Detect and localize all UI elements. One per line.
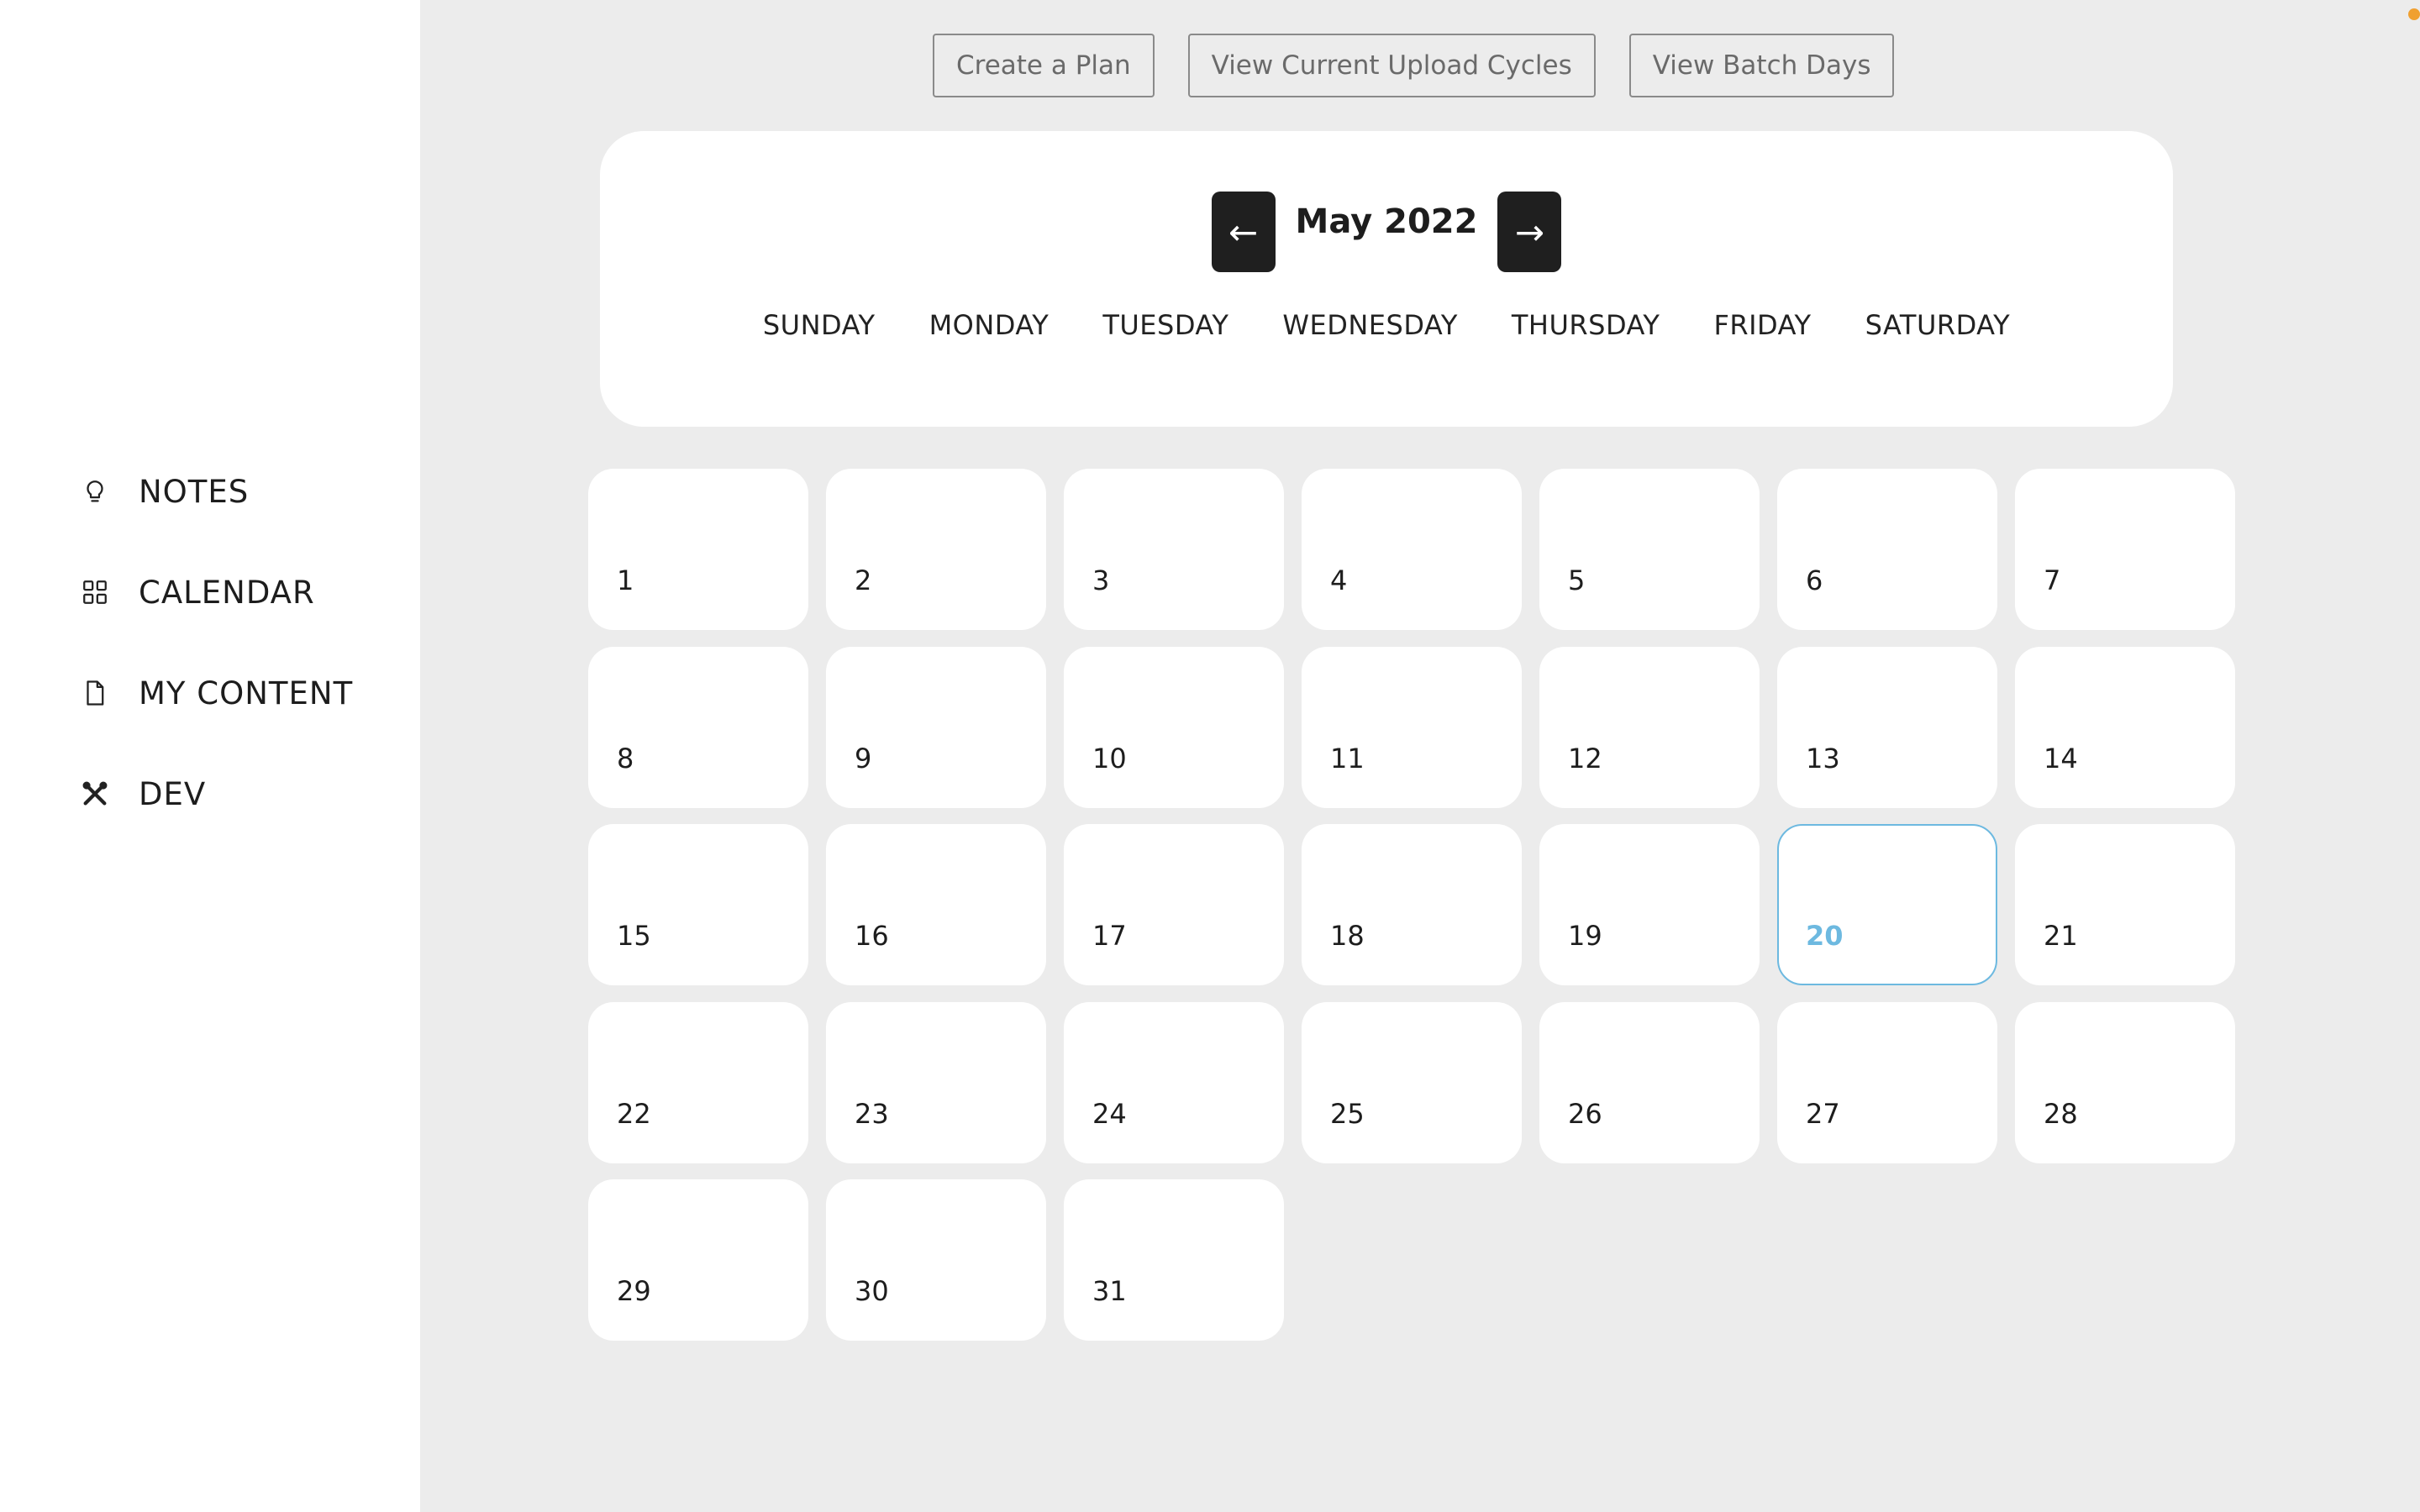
day-number: 31 — [1092, 1275, 1127, 1307]
day-number: 13 — [1806, 742, 1840, 774]
arrow-left-icon: ← — [1228, 211, 1259, 253]
calendar-day[interactable]: 13 — [1777, 646, 1997, 808]
calendar-day[interactable]: 10 — [1064, 646, 1284, 808]
day-number: 15 — [617, 920, 651, 952]
month-navigation: ← May 2022 → — [600, 192, 2173, 272]
calendar-day[interactable]: 25 — [1302, 1001, 1522, 1163]
calendar-day[interactable]: 3 — [1064, 469, 1284, 630]
calendar-day[interactable]: 27 — [1777, 1001, 1997, 1163]
day-number: 26 — [1568, 1097, 1602, 1130]
calendar-day[interactable]: 29 — [588, 1179, 808, 1341]
day-number: 4 — [1330, 564, 1348, 596]
day-number: 8 — [617, 742, 634, 774]
calendar-day[interactable]: 23 — [826, 1001, 1046, 1163]
day-number: 12 — [1568, 742, 1602, 774]
calendar-day[interactable]: 1 — [588, 469, 808, 630]
sidebar: NOTES CALENDAR MY CONTENT DEV — [0, 0, 420, 1512]
calendar-day[interactable]: 7 — [2015, 469, 2235, 630]
notification-dot — [2408, 8, 2420, 20]
tools-icon — [80, 779, 110, 809]
day-number: 9 — [855, 742, 872, 774]
day-number: 27 — [1806, 1097, 1840, 1130]
day-number: 6 — [1806, 564, 1823, 596]
calendar-day[interactable]: 24 — [1064, 1001, 1284, 1163]
day-number: 16 — [855, 920, 889, 952]
next-month-button[interactable]: → — [1497, 192, 1562, 272]
calendar-day[interactable]: 21 — [2015, 824, 2235, 985]
sidebar-item-label: NOTES — [139, 473, 250, 510]
day-number: 7 — [2044, 564, 2061, 596]
lightbulb-icon — [80, 476, 110, 507]
calendar-day[interactable]: 8 — [588, 646, 808, 808]
day-number: 14 — [2044, 742, 2078, 774]
month-title: May 2022 — [1295, 202, 1478, 241]
calendar-day[interactable]: 15 — [588, 824, 808, 985]
calendar-header: ← May 2022 → SUNDAY MONDAY TUESDAY WEDNE… — [600, 131, 2173, 427]
day-number: 17 — [1092, 920, 1127, 952]
calendar-day-today[interactable]: 20 — [1777, 824, 1997, 985]
day-number: 30 — [855, 1275, 889, 1307]
day-number: 23 — [855, 1097, 889, 1130]
weekday-row: SUNDAY MONDAY TUESDAY WEDNESDAY THURSDAY… — [600, 309, 2173, 341]
day-number: 22 — [617, 1097, 651, 1130]
calendar-day[interactable]: 19 — [1539, 824, 1760, 985]
weekday-label: SUNDAY — [762, 309, 876, 341]
calendar-day[interactable]: 18 — [1302, 824, 1522, 985]
app-root: NOTES CALENDAR MY CONTENT DEV Create a P… — [0, 0, 2420, 1512]
calendar-day[interactable]: 31 — [1064, 1179, 1284, 1341]
calendar-day[interactable]: 30 — [826, 1179, 1046, 1341]
day-number: 21 — [2044, 920, 2078, 952]
weekday-label: TUESDAY — [1102, 309, 1229, 341]
weekday-label: WEDNESDAY — [1282, 309, 1458, 341]
sidebar-nav: NOTES CALENDAR MY CONTENT DEV — [80, 441, 353, 844]
sidebar-item-label: DEV — [139, 775, 207, 812]
calendar-day[interactable]: 4 — [1302, 469, 1522, 630]
day-number: 28 — [2044, 1097, 2078, 1130]
day-number: 18 — [1330, 920, 1365, 952]
calendar-day[interactable]: 2 — [826, 469, 1046, 630]
sidebar-item-dev[interactable]: DEV — [80, 743, 353, 844]
day-number: 19 — [1568, 920, 1602, 952]
calendar-day[interactable]: 9 — [826, 646, 1046, 808]
day-number: 24 — [1092, 1097, 1127, 1130]
day-number: 10 — [1092, 742, 1127, 774]
previous-month-button[interactable]: ← — [1211, 192, 1276, 272]
day-number: 20 — [1806, 920, 1844, 952]
calendar-day[interactable]: 5 — [1539, 469, 1760, 630]
calendar-day[interactable]: 6 — [1777, 469, 1997, 630]
day-number: 3 — [1092, 564, 1110, 596]
calendar-day[interactable]: 17 — [1064, 824, 1284, 985]
weekday-label: FRIDAY — [1713, 309, 1812, 341]
weekday-label: MONDAY — [929, 309, 1050, 341]
calendar-day[interactable]: 22 — [588, 1001, 808, 1163]
create-plan-button[interactable]: Create a Plan — [933, 34, 1155, 97]
sidebar-item-calendar[interactable]: CALENDAR — [80, 542, 353, 643]
sidebar-item-label: CALENDAR — [139, 574, 315, 611]
calendar-day-grid: 1 2 3 4 5 6 7 8 9 10 11 12 13 14 15 16 17 18 19 20 21 22 23 24 2… — [588, 469, 2235, 1341]
calendar-day[interactable]: 26 — [1539, 1001, 1760, 1163]
weekday-label: SATURDAY — [1865, 309, 2011, 341]
action-toolbar: Create a Plan View Current Upload Cycles… — [933, 34, 1895, 97]
day-number: 11 — [1330, 742, 1365, 774]
view-batch-days-button[interactable]: View Batch Days — [1628, 34, 1895, 97]
sidebar-item-my-content[interactable]: MY CONTENT — [80, 643, 353, 743]
day-number: 1 — [617, 564, 634, 596]
view-upload-cycles-button[interactable]: View Current Upload Cycles — [1187, 34, 1596, 97]
document-icon — [80, 678, 110, 708]
day-number: 5 — [1568, 564, 1586, 596]
sidebar-item-notes[interactable]: NOTES — [80, 441, 353, 542]
arrow-right-icon: → — [1514, 211, 1545, 253]
grid-icon — [80, 577, 110, 607]
calendar-day[interactable]: 28 — [2015, 1001, 2235, 1163]
day-number: 29 — [617, 1275, 651, 1307]
calendar-day[interactable]: 11 — [1302, 646, 1522, 808]
day-number: 2 — [855, 564, 872, 596]
calendar-day[interactable]: 12 — [1539, 646, 1760, 808]
calendar-day[interactable]: 14 — [2015, 646, 2235, 808]
day-number: 25 — [1330, 1097, 1365, 1130]
weekday-label: THURSDAY — [1511, 309, 1660, 341]
sidebar-item-label: MY CONTENT — [139, 675, 354, 711]
calendar-day[interactable]: 16 — [826, 824, 1046, 985]
